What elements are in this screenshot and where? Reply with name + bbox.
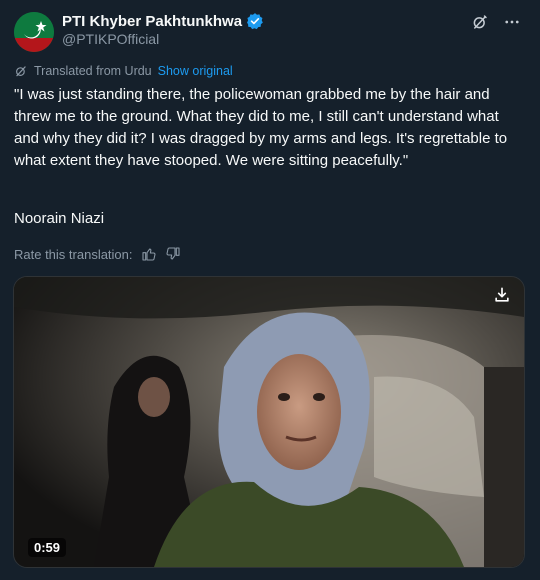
rate-label: Rate this translation: — [14, 246, 133, 262]
translation-label: Translated from Urdu — [34, 64, 152, 78]
pti-logo-icon — [14, 12, 54, 52]
avatar[interactable] — [14, 12, 54, 52]
tweet-author-signature: Noorain Niazi — [14, 210, 105, 227]
tweet-actions-top — [470, 12, 522, 32]
video-player[interactable]: 0:59 — [13, 276, 525, 568]
rate-translation: Rate this translation: — [14, 246, 181, 262]
tweet-text: "I was just standing there, the policewo… — [14, 86, 508, 169]
more-options-icon[interactable] — [502, 12, 522, 32]
account-name-row[interactable]: PTI Khyber Pakhtunkhwa — [62, 12, 264, 30]
translate-icon — [16, 66, 26, 77]
account-handle[interactable]: @PTIKPOfficial — [62, 31, 159, 47]
grok-icon[interactable] — [470, 12, 490, 32]
show-original-link[interactable]: Show original — [158, 64, 233, 78]
verified-badge-icon — [247, 13, 263, 30]
thumbs-up-icon[interactable] — [141, 246, 157, 262]
download-icon[interactable] — [492, 285, 512, 305]
video-duration: 0:59 — [28, 538, 67, 557]
translation-notice: Translated from Urdu Show original — [14, 64, 233, 78]
thumbs-down-icon[interactable] — [165, 246, 181, 262]
video-thumbnail — [14, 277, 524, 567]
display-name[interactable]: PTI Khyber Pakhtunkhwa — [62, 13, 242, 30]
